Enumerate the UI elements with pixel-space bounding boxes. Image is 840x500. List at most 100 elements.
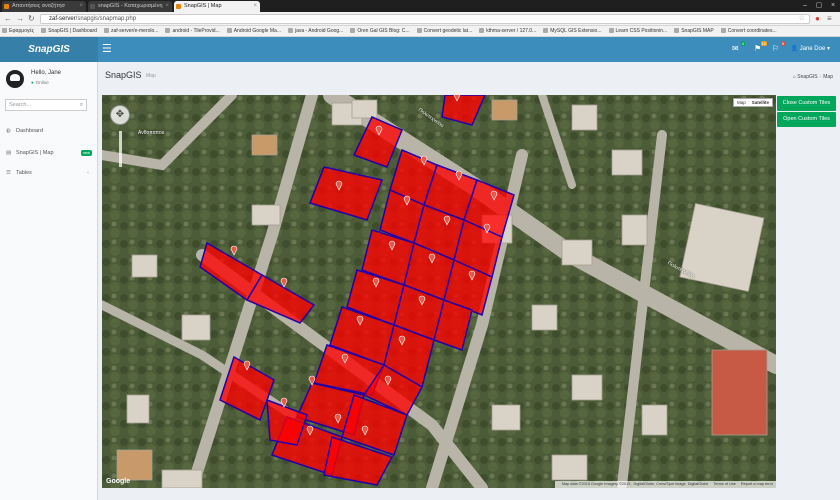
browser-tab-active[interactable]: SnapGIS | Map × <box>174 1 260 12</box>
bookmark-item[interactable]: android - TileProvid... <box>163 26 220 36</box>
pan-control-icon[interactable]: ✥ <box>110 105 130 125</box>
extension-icon[interactable]: ● <box>815 14 820 24</box>
bookmark-item[interactable]: Learn CSS Positionin... <box>607 26 668 36</box>
street-label: Ανθοπαπου <box>138 130 165 136</box>
user-name: Jane Doe <box>799 46 826 52</box>
home-icon: ⌂ <box>792 74 796 80</box>
chrome-menu-icon[interactable]: ≡ <box>827 14 832 24</box>
breadcrumb-home[interactable]: SnapGIS <box>797 74 817 80</box>
back-icon[interactable]: ← <box>4 14 12 24</box>
map-attribution: Map data ©2015 Google Imagery ©2015 , Di… <box>554 481 776 488</box>
bookmark-item[interactable]: kthma-server / 127.0... <box>477 26 537 36</box>
bookmark-label: SnapGIS MAP <box>681 28 714 34</box>
bookmark-item[interactable]: Εφαρμογές <box>0 26 35 36</box>
bookmark-icon <box>2 28 7 33</box>
bookmark-item[interactable]: Convert geodetic lat... <box>415 26 473 36</box>
google-logo: Google <box>106 478 131 485</box>
address-host: zaf-server <box>49 16 76 22</box>
bookmark-icon <box>41 28 47 33</box>
browser-tab[interactable]: snapGIS - Καταχωρισμένη × <box>88 1 172 12</box>
map-type-control[interactable]: Map Satellite <box>732 98 773 107</box>
bookmark-icon <box>674 28 680 33</box>
close-icon[interactable]: × <box>79 1 83 12</box>
flag-icon[interactable]: ⚐ 9 <box>772 41 785 53</box>
bookmark-star-icon[interactable]: ☆ <box>799 15 805 23</box>
breadcrumb-current: Map <box>823 74 833 80</box>
browser-tab-label: SnapGIS | Map <box>184 3 222 9</box>
bookmark-icon <box>226 28 232 33</box>
maximize-icon[interactable]: ▢ <box>812 0 826 12</box>
address-bar-row: ← → ↻ zaf-server/snapgis/snapmap.php ☆ ●… <box>0 12 840 26</box>
content-header: SnapGIS Map ⌂ SnapGIS › Map <box>98 62 840 95</box>
zoom-slider[interactable] <box>119 131 122 167</box>
app-navbar: SnapGIS ☰ ✉ 4 ⚑ 10 ⚐ 9 👤 Jane Doe ▾ <box>0 37 840 62</box>
bookmark-item[interactable]: SnapGIS MAP <box>672 26 714 36</box>
bookmark-label: Android Google Ma... <box>233 28 281 34</box>
user-menu[interactable]: 👤 Jane Doe ▾ <box>790 45 830 52</box>
address-path: /snapgis/snapmap.php <box>75 16 137 22</box>
user-status: Online <box>31 80 49 85</box>
close-icon[interactable]: × <box>165 1 169 12</box>
attribution-text: Map data ©2015 Google Imagery ©2015 , Di… <box>561 482 709 486</box>
open-custom-tiles-button[interactable]: Open Custom Tiles <box>777 112 836 127</box>
browser-tab[interactable]: Απαντήσεις αναζήτησ × <box>2 1 86 12</box>
bookmark-item[interactable]: Android Google Ma... <box>225 26 281 36</box>
envelope-glyph: ✉ <box>732 44 739 53</box>
satellite-imagery[interactable] <box>102 95 776 488</box>
map-type-satellite[interactable]: Satellite <box>749 99 772 106</box>
report-error-link[interactable]: Report a map error <box>741 482 773 486</box>
bookmark-item[interactable]: zaf-server/e-merolo... <box>102 26 159 36</box>
close-icon[interactable]: × <box>253 1 257 12</box>
bookmark-label: Convert coordinates... <box>727 28 777 34</box>
favicon-icon <box>176 4 181 9</box>
user-greeting: Hello, Jane <box>31 70 62 76</box>
app-logo[interactable]: SnapGIS <box>0 37 98 62</box>
bookmark-item[interactable]: SnapGIS | Dashboard <box>39 26 97 36</box>
map-canvas[interactable]: Πολυτεχνείου Πολυτεχνείου Ανθοπαπου ✥ Ma… <box>102 95 776 488</box>
bookmark-label: Convert geodetic lat... <box>423 28 473 34</box>
bookmark-icon <box>165 28 171 33</box>
bookmark-label: Oren Gal GIS Blog: C... <box>357 28 410 34</box>
bookmark-item[interactable]: MySQL GIS Extensio... <box>541 26 602 36</box>
address-input[interactable]: zaf-server/snapgis/snapmap.php ☆ <box>40 14 810 24</box>
sidebar-item-label: SnapGIS | Map <box>16 150 54 156</box>
bell-glyph: ⚑ <box>754 44 762 53</box>
reload-icon[interactable]: ↻ <box>28 14 35 24</box>
bookmark-icon <box>543 28 549 33</box>
search-icon[interactable]: ⌕ <box>80 100 83 110</box>
sidebar-toggle-icon[interactable]: ☰ <box>102 43 112 55</box>
sidebar-item-map[interactable]: ▤ SnapGIS | Map new <box>0 146 97 160</box>
bookmark-item[interactable]: java - Android Goog... <box>286 26 343 36</box>
bookmark-icon <box>350 28 356 33</box>
bookmark-label: android - TileProvid... <box>172 28 220 34</box>
dashboard-icon: ◍ <box>6 128 11 134</box>
bookmark-item[interactable]: Convert coordinates... <box>719 26 777 36</box>
bell-icon[interactable]: ⚑ 10 <box>754 41 767 53</box>
avatar <box>6 70 24 88</box>
sidebar-item-label: Dashboard <box>16 128 43 134</box>
favicon-icon <box>4 4 9 9</box>
envelope-icon[interactable]: ✉ 4 <box>732 41 745 53</box>
window-close-icon[interactable]: × <box>826 0 840 12</box>
bookmark-item[interactable]: Oren Gal GIS Blog: C... <box>348 26 410 36</box>
table-icon: ☰ <box>6 170 11 176</box>
bookmark-label: Learn CSS Positionin... <box>615 28 668 34</box>
map-type-map[interactable]: Map <box>734 99 749 106</box>
bookmark-icon <box>287 28 293 33</box>
terms-link[interactable]: Terms of Use <box>713 482 735 486</box>
bookmark-icon <box>608 28 614 33</box>
sidebar-item-dashboard[interactable]: ◍ Dashboard <box>0 124 97 138</box>
page-subtitle: Map <box>146 73 156 79</box>
bookmark-label: kthma-server / 127.0... <box>486 28 537 34</box>
bookmark-label: zaf-server/e-merolo... <box>110 28 159 34</box>
minimize-icon[interactable]: – <box>798 0 812 12</box>
search-placeholder: Search... <box>9 102 32 108</box>
bookmarks-bar: Εφαρμογές SnapGIS | Dashboard zaf-server/e… <box>0 26 840 37</box>
sidebar-item-tables[interactable]: ☰ Tables ‹ <box>0 166 97 180</box>
bookmark-label: Εφαρμογές <box>9 28 35 34</box>
close-custom-tiles-button[interactable]: Close Custom Tiles <box>777 96 836 111</box>
browser-tab-label: Απαντήσεις αναζήτησ <box>12 3 65 9</box>
forward-icon[interactable]: → <box>16 14 24 24</box>
page-title: SnapGIS <box>105 70 142 80</box>
sidebar-search-input[interactable]: Search... ⌕ <box>5 99 87 111</box>
